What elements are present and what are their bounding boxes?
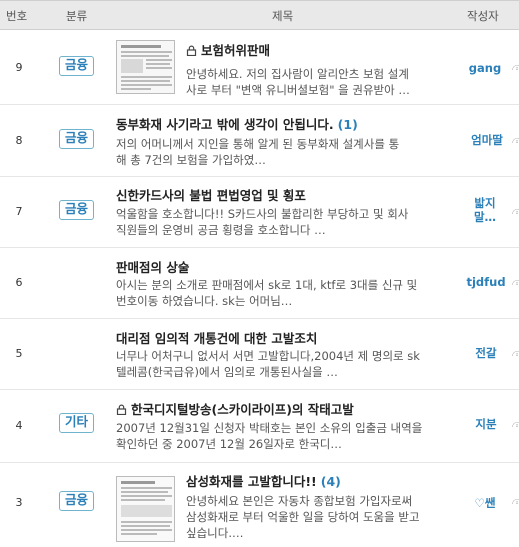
row-edge: ⓘ (512, 496, 519, 504)
category-badge[interactable]: 금융 (59, 56, 94, 76)
author-link[interactable]: 밟지 말… (459, 196, 511, 224)
row-edge: ⓘ (512, 419, 519, 427)
excerpt-line: 텔레콤(한국급유)에서 임의로 개통된사실을 … (116, 365, 338, 379)
excerpt-line: 사로 부터 "변액 유니버셜보험" 을 권유받아 … (186, 83, 410, 97)
excerpt-line: 2007년 12월31일 신청자 박태호는 본인 소유의 입출금 내역을 (116, 421, 423, 435)
category-badge[interactable]: 금융 (59, 200, 94, 220)
post-number: 7 (15, 205, 23, 218)
excerpt-line: 억울함을 호소합니다!! S카드사의 불합리한 부당하고 및 회사 (116, 207, 409, 221)
row-edge: ⓘ (512, 62, 519, 70)
post-title-text: 보험허위판매 (201, 43, 271, 58)
post-excerpt: 억울함을 호소합니다!! S카드사의 불합리한 부당하고 및 회사 직원들의 운… (116, 206, 408, 238)
post-excerpt: 너무나 어처구니 없서서 서면 고발합니다,2004년 제 명의로 sk 텔레콤… (116, 348, 420, 380)
table-row[interactable]: 5 대리점 임의적 개통건에 대한 고발조치 너무나 어처구니 없서서 서면 고… (0, 320, 519, 390)
excerpt-line: 안녕하세요 본인은 자동차 종합보험 가입자로써 (186, 494, 413, 508)
post-title[interactable]: 대리점 임의적 개통건에 대한 고발조치 (116, 328, 317, 347)
post-excerpt: 안녕하세요. 저의 집사람이 알리안츠 보험 설계 사로 부터 "변액 유니버셜… (186, 66, 410, 98)
post-title-text: 삼성화재를 고발합니다!! (186, 474, 317, 489)
table-row[interactable]: 3 금융 삼성화재를 고발합니다!! (4) 안녕하세요 본인은 자동차 종합보험… (0, 464, 519, 547)
comment-count[interactable]: (4) (321, 474, 341, 489)
row-edge: ⓘ (512, 206, 519, 214)
excerpt-line: 너무나 어처구니 없서서 서면 고발합니다,2004년 제 명의로 sk (116, 349, 420, 363)
post-title-text: 한국디지털방송(스카이라이프)의 작태고발 (131, 402, 354, 417)
comment-count[interactable]: (1) (338, 117, 358, 132)
author-link[interactable]: gang (459, 61, 511, 75)
author-name-line: 밟지 (474, 196, 496, 210)
post-title-text: 동부화재 사기라고 밖에 생각이 안됩니다. (116, 117, 334, 132)
lock-icon (116, 404, 127, 415)
post-title[interactable]: 판매점의 상술 (116, 257, 189, 276)
table-row[interactable]: 8 금융 동부화재 사기라고 밖에 생각이 안됩니다. (1) 저의 어머니께서 … (0, 106, 519, 177)
table-row[interactable]: 4 기타 한국디지털방송(스카이라이프)의 작태고발 2007년 12월31일 … (0, 391, 519, 463)
table-header: 번호 분류 제목 작성자 (0, 0, 519, 30)
post-excerpt: 2007년 12월31일 신청자 박태호는 본인 소유의 입출금 내역을 확인하… (116, 420, 422, 452)
post-title[interactable]: 신한카드사의 불법 편법영업 및 횡포 (116, 185, 306, 204)
post-excerpt: 아시는 분의 소개로 판매점에서 sk로 1대, ktf로 3대를 신규 및 번… (116, 277, 417, 309)
row-edge: ⓘ (512, 348, 519, 356)
post-number: 3 (15, 496, 23, 509)
post-number: 6 (15, 276, 23, 289)
author-link[interactable]: 엄마딸 (461, 133, 513, 147)
excerpt-line: 아시는 분의 소개로 판매점에서 sk로 1대, ktf로 3대를 신규 및 (116, 278, 418, 292)
excerpt-line: 삼성화재로 부터 억울한 일을 당하여 도움을 받고 (186, 510, 420, 524)
category-badge[interactable]: 금융 (59, 491, 94, 511)
excerpt-line: 해 총 7건의 보험을 가입하였… (116, 153, 266, 167)
post-title[interactable]: 보험허위판매 (186, 40, 270, 59)
category-badge[interactable]: 금융 (59, 129, 94, 149)
table-row[interactable]: 7 금융 신한카드사의 불법 편법영업 및 횡포 억울함을 호소합니다!! S카… (0, 178, 519, 248)
author-link[interactable]: 전갈 (460, 346, 512, 360)
post-title-text: 신한카드사의 불법 편법영업 및 횡포 (116, 188, 306, 203)
post-number: 5 (15, 347, 23, 360)
post-thumbnail[interactable] (116, 476, 175, 542)
table-row[interactable]: 9 금융 보험허위판매 안녕하세요. 저의 집사람이 알리안츠 보험 설계 사로… (0, 31, 519, 105)
author-link[interactable]: tjdfud (460, 275, 512, 289)
post-title-text: 판매점의 상술 (116, 260, 190, 275)
post-title-text: 대리점 임의적 개통건에 대한 고발조치 (116, 331, 318, 346)
excerpt-line: 번호이동 하였습니다. sk는 어머님… (116, 294, 293, 308)
row-edge: ⓘ (512, 277, 519, 285)
post-number: 8 (15, 134, 23, 147)
post-number: 9 (15, 61, 23, 74)
category-badge[interactable]: 기타 (59, 413, 94, 433)
author-name-line: 말… (473, 210, 497, 224)
excerpt-line: 직원들의 운영비 공금 횡령을 호소합니다 … (116, 223, 326, 237)
excerpt-line: 싶습니다.… (186, 526, 244, 540)
lock-icon (186, 45, 197, 56)
post-title[interactable]: 삼성화재를 고발합니다!! (4) (186, 471, 341, 490)
post-title[interactable]: 한국디지털방송(스카이라이프)의 작태고발 (116, 399, 354, 418)
table-row[interactable]: 6 판매점의 상술 아시는 분의 소개로 판매점에서 sk로 1대, ktf로 … (0, 249, 519, 319)
post-thumbnail[interactable] (116, 40, 175, 94)
header-number: 번호 (6, 9, 28, 23)
author-link[interactable]: ♡쌘 (459, 496, 511, 510)
post-title[interactable]: 동부화재 사기라고 밖에 생각이 안됩니다. (1) (116, 114, 358, 133)
post-number: 4 (15, 419, 23, 432)
excerpt-line: 안녕하세요. 저의 집사람이 알리안츠 보험 설계 (186, 67, 409, 81)
post-excerpt: 안녕하세요 본인은 자동차 종합보험 가입자로써 삼성화재로 부터 억울한 일을… (186, 493, 420, 541)
header-title: 제목 (272, 9, 294, 23)
header-category: 분류 (66, 9, 88, 23)
header-author: 작성자 (467, 9, 499, 23)
complaint-board: 번호 분류 제목 작성자 9 금융 보험허위판매 안녕하세요. 저의 집사람이 … (0, 0, 519, 547)
excerpt-line: 저의 어머니께서 지인을 통해 알게 된 동부화재 설계사를 통 (116, 137, 400, 151)
row-edge: ⓘ (512, 135, 519, 143)
post-excerpt: 저의 어머니께서 지인을 통해 알게 된 동부화재 설계사를 통 해 총 7건의… (116, 136, 399, 168)
author-link[interactable]: 지분 (460, 417, 512, 431)
excerpt-line: 확인하던 중 2007년 12월 26일자로 한국디… (116, 437, 342, 451)
